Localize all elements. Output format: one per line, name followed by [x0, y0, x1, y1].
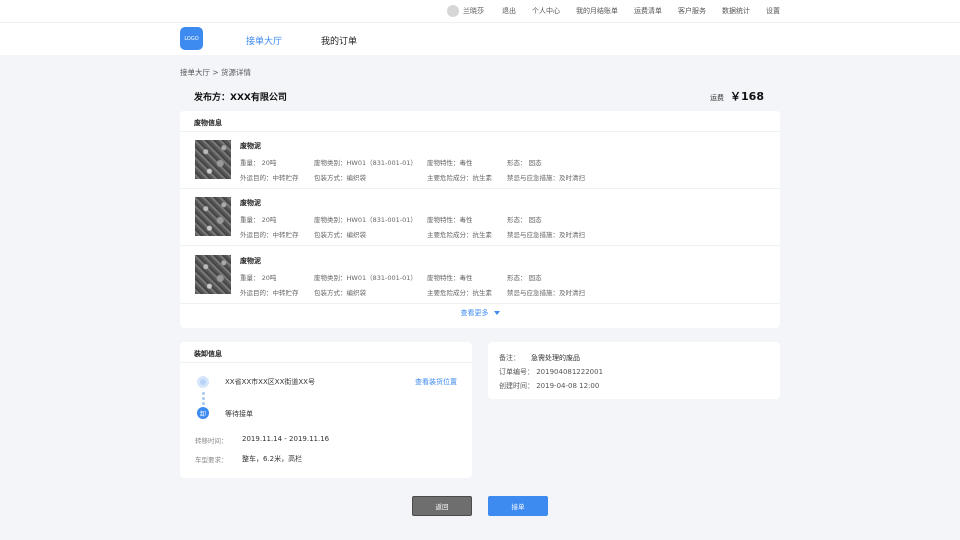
waste-name: 废物泥 [240, 199, 261, 207]
freight-fee: 运费 ￥168 [710, 88, 764, 104]
waste-component: 主要危险成分：抗生素 [427, 289, 492, 297]
view-location-link[interactable]: 查看装货位置 [415, 377, 457, 387]
waste-property: 废物特性：毒性 [427, 159, 473, 167]
back-button[interactable]: 返回 [412, 496, 472, 516]
waste-emergency: 禁忌与应急措施：及时清扫 [507, 174, 585, 182]
load-address: XX省XX市XX区XX街道XX号 [225, 378, 315, 386]
waste-property: 废物特性：毒性 [427, 216, 473, 224]
logout-link[interactable]: 退出 [502, 6, 516, 16]
breadcrumb: 接单大厅 > 货源详情 [180, 68, 252, 77]
timeline-dot [202, 392, 205, 395]
waste-image [195, 140, 231, 179]
waste-item: 废物泥 重量： 20吨 废物类别：HW01（831-001-01） 废物特性：毒… [180, 247, 780, 304]
waste-image [195, 197, 231, 236]
location-dot-icon [197, 376, 209, 388]
waste-category: 废物类别：HW01（831-001-01） [314, 216, 417, 224]
waste-form: 形态： 固态 [507, 274, 542, 282]
nav-order-hall[interactable]: 接单大厅 [246, 34, 282, 47]
waste-property: 废物特性：毒性 [427, 274, 473, 282]
top-utility-items: 兰晓莎 退出 个人中心 我的月结账单 运费清单 客户服务 数据统计 设置 [447, 0, 780, 22]
customer-service-link[interactable]: 客户服务 [678, 6, 706, 16]
vehicle-req-value: 整车，6.2米，高栏 [242, 455, 303, 463]
waste-emergency: 禁忌与应急措施：及时清扫 [507, 289, 585, 297]
waste-component: 主要危险成分：抗生素 [427, 174, 492, 182]
unload-marker: 卸 [197, 407, 209, 419]
vehicle-req-label: 车型要求： [195, 456, 228, 464]
waste-category: 废物类别：HW01（831-001-01） [314, 274, 417, 282]
waste-component: 主要危险成分：抗生素 [427, 231, 492, 239]
accept-order-button[interactable]: 接单 [488, 496, 548, 516]
data-stats-link[interactable]: 数据统计 [722, 6, 750, 16]
waste-form: 形态： 固态 [507, 216, 542, 224]
waste-packaging: 包装方式：编织袋 [314, 174, 366, 182]
waste-purpose: 外运目的：中转贮存 [240, 231, 299, 239]
monthly-bill-link[interactable]: 我的月结账单 [576, 6, 618, 16]
main-header: LOGO 接单大厅 我的订单 [0, 22, 960, 55]
waste-purpose: 外运目的：中转贮存 [240, 174, 299, 182]
username[interactable]: 兰晓莎 [463, 6, 484, 16]
waste-packaging: 包装方式：编织袋 [314, 289, 366, 297]
waste-category: 废物类别：HW01（831-001-01） [314, 159, 417, 167]
waste-name: 废物泥 [240, 142, 261, 150]
nav-my-orders[interactable]: 我的订单 [321, 34, 357, 47]
view-more-label: 查看更多 [460, 309, 489, 317]
remark-value: 急需处理的废品 [531, 354, 580, 362]
top-utility-bar: 兰晓莎 退出 个人中心 我的月结账单 运费清单 客户服务 数据统计 设置 [0, 0, 960, 22]
waste-packaging: 包装方式：编织袋 [314, 231, 366, 239]
timeline-dot [202, 397, 205, 400]
avatar-icon[interactable] [447, 5, 459, 17]
waste-item: 废物泥 重量： 20吨 废物类别：HW01（831-001-01） 废物特性：毒… [180, 132, 780, 189]
transfer-time-value: 2019.11.14 - 2019.11.16 [242, 435, 330, 443]
freight-list-link[interactable]: 运费清单 [634, 6, 662, 16]
load-unload-card: 装卸信息 卸 XX省XX市XX区XX街道XX号 查看装货位置 等待接单 转移时间… [180, 342, 472, 478]
waste-weight: 重量： 20吨 [240, 274, 277, 282]
profile-link[interactable]: 个人中心 [532, 6, 560, 16]
remark-label: 备注： [499, 354, 520, 362]
waste-info-card: 废物信息 废物泥 重量： 20吨 废物类别：HW01（831-001-01） 废… [180, 111, 780, 328]
settings-link[interactable]: 设置 [766, 6, 780, 16]
waste-item: 废物泥 重量： 20吨 废物类别：HW01（831-001-01） 废物特性：毒… [180, 189, 780, 246]
view-more-button[interactable]: 查看更多 [180, 308, 780, 318]
waste-purpose: 外运目的：中转贮存 [240, 289, 299, 297]
order-number: 订单编号： 201904081222001 [499, 368, 604, 376]
waste-form: 形态： 固态 [507, 159, 542, 167]
waste-info-title: 废物信息 [194, 119, 222, 127]
timeline-dot [202, 402, 205, 405]
order-info-card: 备注： 急需处理的废品 订单编号： 201904081222001 创建时间： … [488, 342, 780, 399]
load-unload-title: 装卸信息 [194, 350, 222, 358]
caret-down-icon [493, 311, 500, 315]
fee-label: 运费 [710, 94, 725, 102]
transfer-time-label: 转移时间： [195, 437, 228, 445]
waste-weight: 重量： 20吨 [240, 159, 277, 167]
waste-name: 废物泥 [240, 257, 261, 265]
divider [180, 362, 472, 363]
waste-weight: 重量： 20吨 [240, 216, 277, 224]
logo[interactable]: LOGO [180, 27, 203, 50]
publisher-title: 发布方：XXX有限公司 [194, 93, 287, 103]
unload-status: 等待接单 [225, 410, 253, 418]
created-time: 创建时间： 2019-04-08 12:00 [499, 382, 600, 390]
waste-image [195, 255, 231, 294]
fee-amount: ￥168 [730, 90, 764, 103]
waste-emergency: 禁忌与应急措施：及时清扫 [507, 231, 585, 239]
